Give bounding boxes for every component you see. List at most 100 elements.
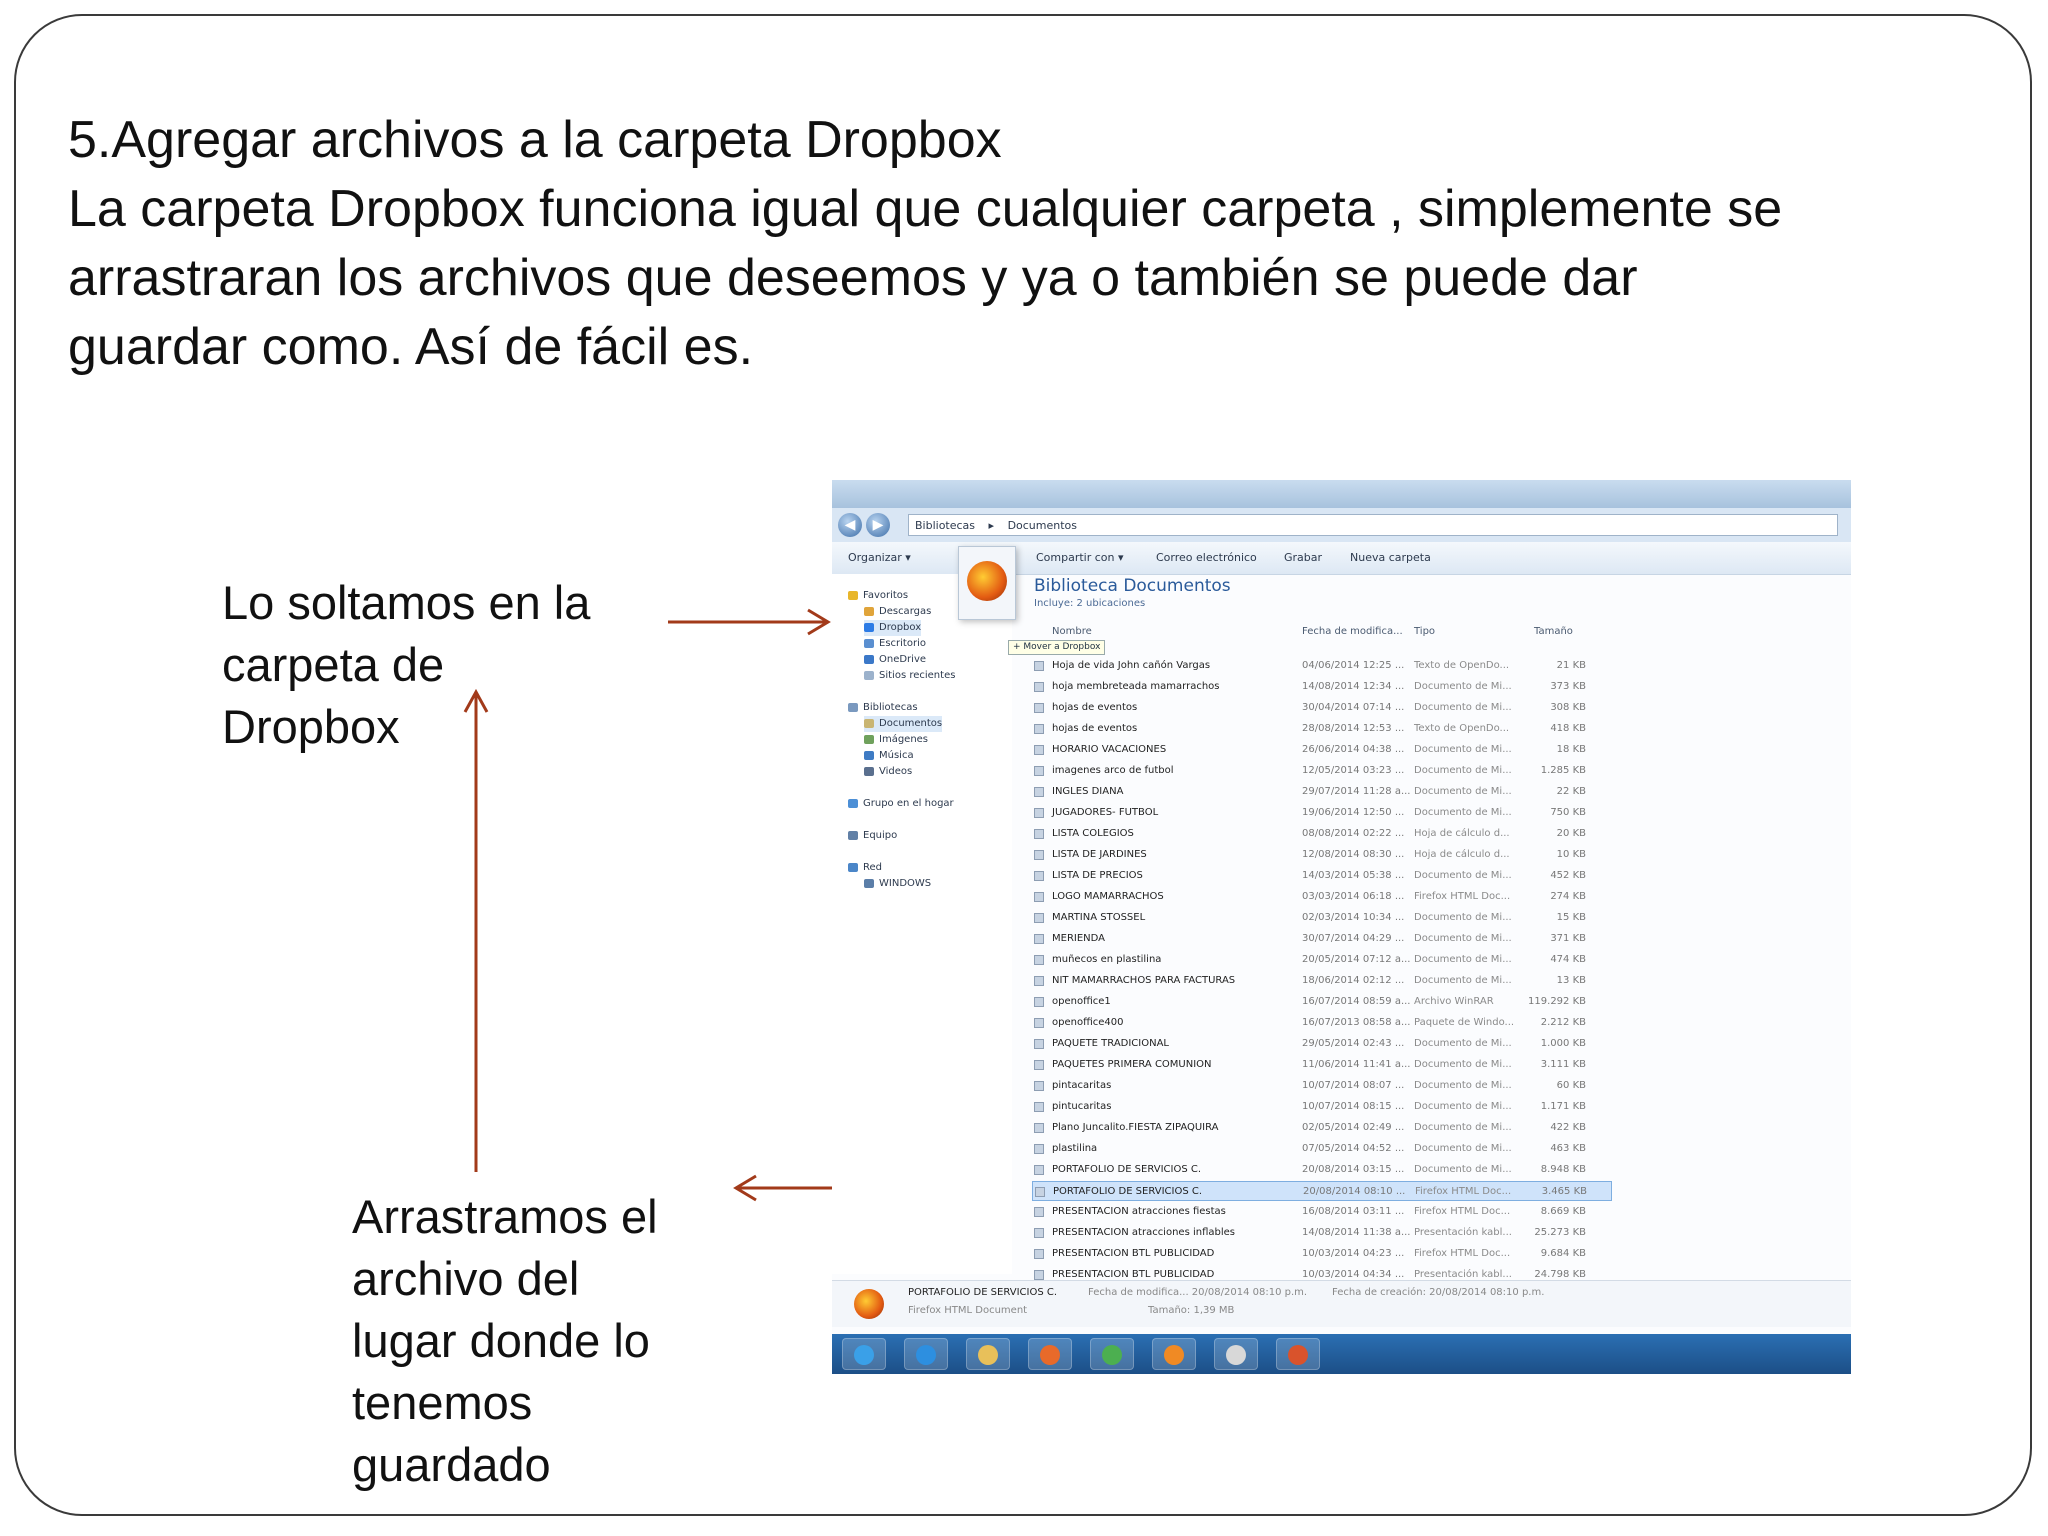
file-row[interactable]: Hoja de vida John cañón Vargas 04/06/2014… [1032, 656, 1612, 676]
nav-item-bibliotecas[interactable]: Bibliotecas [848, 700, 918, 716]
file-row[interactable]: HORARIO VACACIONES 26/06/2014 04:38 ... Do… [1032, 740, 1612, 760]
breadcrumb-bibliotecas[interactable]: Bibliotecas [915, 519, 975, 532]
file-icon [1034, 745, 1044, 755]
nav-item-dropbox[interactable]: Dropbox [864, 620, 922, 636]
file-row[interactable]: PRESENTACION atracciones fiestas 16/08/20… [1032, 1202, 1612, 1222]
nav-item-equipo[interactable]: Equipo [848, 828, 897, 844]
powerpoint-icon-glyph [1288, 1345, 1308, 1365]
nav-item-windows[interactable]: WINDOWS [864, 876, 931, 892]
nav-item-descargas[interactable]: Descargas [864, 604, 931, 620]
powerpoint-icon[interactable] [1276, 1338, 1320, 1370]
nav-item-sitios-recientes[interactable]: Sitios recientes [864, 668, 955, 684]
file-row[interactable]: pintacaritas 10/07/2014 08:07 ... Document… [1032, 1076, 1612, 1096]
file-name: MARTINA STOSSEL [1052, 912, 1146, 923]
file-icon [1034, 934, 1044, 944]
breadcrumb-documentos[interactable]: Documentos [1008, 519, 1077, 532]
file-row[interactable]: LISTA COLEGIOS 08/08/2014 02:22 ... Hoja d… [1032, 824, 1612, 844]
file-row[interactable]: MARTINA STOSSEL 02/03/2014 10:34 ... Docum… [1032, 908, 1612, 928]
file-size: 25.273 KB [1534, 1227, 1586, 1238]
file-size: 452 KB [1550, 870, 1586, 881]
file-name: openoffice1 [1052, 996, 1111, 1007]
file-icon [1034, 850, 1044, 860]
organize-menu[interactable]: Organizar ▾ [848, 542, 911, 574]
file-size: 21 KB [1556, 660, 1586, 671]
file-row[interactable]: hojas de eventos 28/08/2014 12:53 ... Text… [1032, 719, 1612, 739]
nav-item-escritorio[interactable]: Escritorio [864, 636, 926, 652]
file-date: 16/07/2014 08:59 a... [1302, 996, 1411, 1007]
file-size: 15 KB [1556, 912, 1586, 923]
column-header-type[interactable]: Tipo [1414, 626, 1435, 637]
nav-item-im-genes[interactable]: Imágenes [864, 732, 928, 748]
library-subtitle[interactable]: Incluye: 2 ubicaciones [1034, 598, 1145, 609]
share-with-menu[interactable]: Compartir con ▾ [1036, 542, 1124, 574]
firefox-icon-glyph [1164, 1345, 1184, 1365]
file-name: LOGO MAMARRACHOS [1052, 891, 1164, 902]
file-row[interactable]: PRESENTACION BTL PUBLICIDAD 10/03/2014 04… [1032, 1244, 1612, 1264]
nav-item-m-sica[interactable]: Música [864, 748, 914, 764]
file-row[interactable]: hojas de eventos 30/04/2014 07:14 ... Docu… [1032, 698, 1612, 718]
internet-explorer-icon[interactable] [904, 1338, 948, 1370]
column-header-date[interactable]: Fecha de modifica... [1302, 626, 1403, 637]
explorer-folder-icon[interactable] [966, 1338, 1010, 1370]
media-player-icon[interactable] [1028, 1338, 1072, 1370]
burn-button[interactable]: Grabar [1284, 542, 1322, 574]
file-row[interactable]: NIT MAMARRACHOS PARA FACTURAS 18/06/2014 … [1032, 971, 1612, 991]
file-row[interactable]: imagenes arco de futbol 12/05/2014 03:23 … [1032, 761, 1612, 781]
file-row[interactable]: PORTAFOLIO DE SERVICIOS C. 20/08/2014 08:… [1032, 1181, 1612, 1201]
email-button[interactable]: Correo electrónico [1156, 542, 1257, 574]
file-size: 1.171 KB [1540, 1101, 1586, 1112]
star-icon [848, 590, 858, 600]
nav-item-documentos[interactable]: Documentos [864, 716, 943, 732]
nav-item-red[interactable]: Red [848, 860, 882, 876]
file-row[interactable]: pintucaritas 10/07/2014 08:15 ... Document… [1032, 1097, 1612, 1117]
file-name: pintacaritas [1052, 1080, 1112, 1091]
forward-arrow-icon[interactable]: ▶ [866, 513, 890, 537]
file-row[interactable]: muñecos en plastilina 20/05/2014 07:12 a.… [1032, 950, 1612, 970]
file-row[interactable]: plastilina 07/05/2014 04:52 ... Documento … [1032, 1139, 1612, 1159]
file-type: Texto de OpenDo... [1414, 660, 1510, 671]
file-name: PORTAFOLIO DE SERVICIOS C. [1052, 1164, 1202, 1175]
details-modified: Fecha de modifica... 20/08/2014 08:10 p.… [1088, 1287, 1308, 1298]
new-folder-button[interactable]: Nueva carpeta [1350, 542, 1431, 574]
file-icon [1034, 1081, 1044, 1091]
file-row[interactable]: openoffice400 16/07/2013 08:58 a... Paquet… [1032, 1013, 1612, 1033]
file-icon [1034, 976, 1044, 986]
nav-item-favoritos[interactable]: Favoritos [848, 588, 908, 604]
file-type: Documento de Mi... [1414, 1143, 1512, 1154]
breadcrumb[interactable]: Bibliotecas ▸ Documentos [908, 514, 1838, 536]
nav-item-videos[interactable]: Videos [864, 764, 912, 780]
file-row[interactable]: JUGADORES- FUTBOL 19/06/2014 12:50 ... Doc… [1032, 803, 1612, 823]
notepad-icon[interactable] [1214, 1338, 1258, 1370]
back-arrow-icon[interactable]: ◀ [838, 513, 862, 537]
file-row[interactable]: PORTAFOLIO DE SERVICIOS C. 20/08/2014 03:… [1032, 1160, 1612, 1180]
file-row[interactable]: MERIENDA 30/07/2014 04:29 ... Documento de… [1032, 929, 1612, 949]
file-type: Documento de Mi... [1414, 744, 1512, 755]
nav-item-grupo-en-el-hogar[interactable]: Grupo en el hogar [848, 796, 954, 812]
dragged-file-icon[interactable] [958, 546, 1016, 620]
firefox-icon[interactable] [1152, 1338, 1196, 1370]
file-type: Firefox HTML Doc... [1415, 1186, 1512, 1197]
nav-item-label: Bibliotecas [863, 702, 918, 713]
file-size: 8.948 KB [1540, 1164, 1586, 1175]
file-row[interactable]: PRESENTACION atracciones inflables 14/08/… [1032, 1223, 1612, 1243]
nav-item-onedrive[interactable]: OneDrive [864, 652, 926, 668]
file-date: 03/03/2014 06:18 ... [1302, 891, 1405, 902]
column-header-name[interactable]: Nombre [1052, 626, 1092, 637]
file-row[interactable]: LISTA DE JARDINES 12/08/2014 08:30 ... Hoj… [1032, 845, 1612, 865]
column-header-size[interactable]: Tamaño [1534, 626, 1573, 637]
file-row[interactable]: hoja membreteada mamarrachos 14/08/2014 1… [1032, 677, 1612, 697]
file-row[interactable]: PAQUETES PRIMERA COMUNION 11/06/2014 11:4… [1032, 1055, 1612, 1075]
file-row[interactable]: Plano Juncalito.FIESTA ZIPAQUIRA 02/05/20… [1032, 1118, 1612, 1138]
file-row[interactable]: PAQUETE TRADICIONAL 29/05/2014 02:43 ... D… [1032, 1034, 1612, 1054]
file-row[interactable]: LOGO MAMARRACHOS 03/03/2014 06:18 ... Fire… [1032, 887, 1612, 907]
file-row[interactable]: LISTA DE PRECIOS 14/03/2014 05:38 ... Docu… [1032, 866, 1612, 886]
desktop-icon [864, 638, 874, 648]
file-icon [1035, 1187, 1045, 1197]
file-row[interactable]: INGLES DIANA 29/07/2014 11:28 a... Documen… [1032, 782, 1612, 802]
nav-item-label: Escritorio [879, 638, 926, 649]
start-orb-icon[interactable] [842, 1338, 886, 1370]
window-titlebar [832, 480, 1851, 508]
internet-explorer-icon-glyph [916, 1345, 936, 1365]
chrome-icon[interactable] [1090, 1338, 1134, 1370]
file-row[interactable]: openoffice1 16/07/2014 08:59 a... Archivo … [1032, 992, 1612, 1012]
